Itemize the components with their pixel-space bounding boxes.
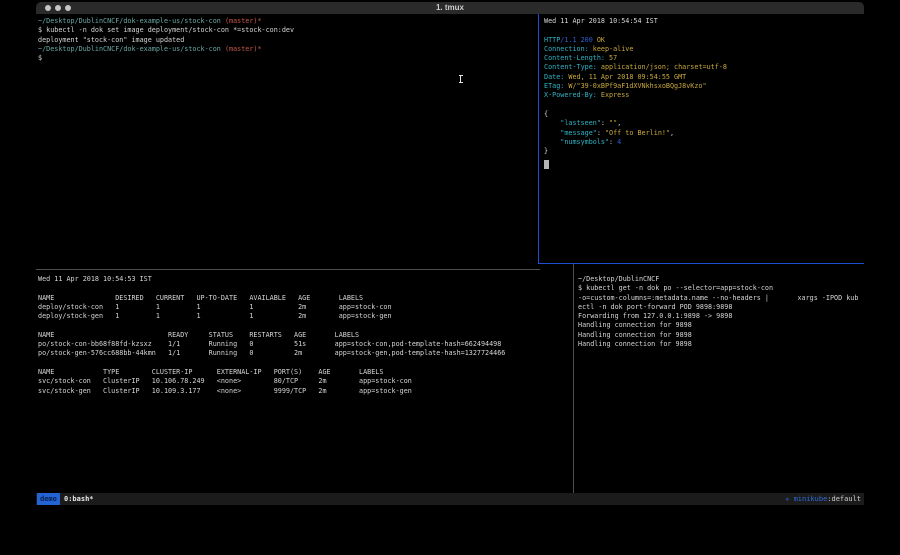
terminal-line: X-Powered-By: Express (544, 91, 727, 100)
terminal-line: ectl -n dok port-forward POD 9898:9898 (578, 303, 858, 312)
terminal-line: svc/stock-con ClusterIP 10.106.78.249 <n… (38, 377, 505, 386)
mouse-ibeam-cursor (460, 75, 461, 83)
terminal-line: "lastseen": "", (544, 119, 727, 128)
terminal-line: } (544, 147, 727, 156)
pane-bottom-right-port-forward[interactable]: ~/Desktop/DublinCNCF$ kubectl get -n dok… (578, 275, 858, 349)
terminal-line: Content-Length: 57 (544, 54, 727, 63)
terminal-line: Forwarding from 127.0.0.1:9898 -> 9898 (578, 312, 858, 321)
terminal-line: Connection: keep-alive (544, 45, 727, 54)
kubernetes-wheel-icon: ✳ (785, 495, 789, 503)
pane-top-left-shell[interactable]: ~/Desktop/DublinCNCF/dok-example-us/stoc… (38, 17, 294, 63)
kube-context-label: minikube (794, 495, 828, 503)
tmux-status-bar: demo 0:bash* ✳ minikube:default (36, 493, 864, 505)
terminal-cursor (544, 160, 549, 169)
terminal-line: po/stock-con-bb68f88fd-kzsxz 1/1 Running… (38, 340, 505, 349)
terminal-line: Date: Wed, 11 Apr 2018 09:54:55 GMT (544, 73, 727, 82)
terminal-line: ~/Desktop/DublinCNCF (578, 275, 858, 284)
terminal-line (38, 284, 505, 293)
terminal-line: ETag: W/"39-0xBPf9aF1dXVNkhsxoBQgJ8vKzo" (544, 82, 727, 91)
active-pane-border-vertical[interactable] (538, 14, 539, 264)
terminal-line: NAME READY STATUS RESTARTS AGE LABELS (38, 331, 505, 340)
terminal-line: Content-Type: application/json; charset=… (544, 63, 727, 72)
window-titlebar[interactable]: 1. tmux (36, 2, 864, 14)
terminal-line: Handling connection for 9898 (578, 331, 858, 340)
terminal-line: deploy/stock-gen 1 1 1 1 2m app=stock-ge… (38, 312, 505, 321)
terminal-line: "message": "Off to Berlin!", (544, 129, 727, 138)
terminal-line (38, 359, 505, 368)
terminal-line: $ kubectl -n dok set image deployment/st… (38, 26, 294, 35)
terminal-line: NAME TYPE CLUSTER-IP EXTERNAL-IP PORT(S)… (38, 368, 505, 377)
terminal-line: Handling connection for 9898 (578, 340, 858, 349)
terminal-window: 1. tmux ~/Desktop/DublinCNCF/dok-example… (36, 2, 864, 505)
terminal-line: ~/Desktop/DublinCNCF/dok-example-us/stoc… (38, 45, 294, 54)
pane-divider-horizontal[interactable] (36, 269, 540, 270)
terminal-line: NAME DESIRED CURRENT UP-TO-DATE AVAILABL… (38, 294, 505, 303)
terminal-line: deployment "stock-con" image updated (38, 36, 294, 45)
terminal-content: ~/Desktop/DublinCNCF/dok-example-us/stoc… (36, 14, 864, 493)
screen-background: 1. tmux ~/Desktop/DublinCNCF/dok-example… (0, 0, 900, 555)
terminal-line: Wed 11 Apr 2018 10:54:54 IST (544, 17, 727, 26)
terminal-line: deploy/stock-con 1 1 1 1 2m app=stock-co… (38, 303, 505, 312)
pane-top-right-http-response[interactable]: Wed 11 Apr 2018 10:54:54 IST HTTP/1.1 20… (544, 17, 727, 156)
window-title: 1. tmux (36, 3, 864, 12)
terminal-line (544, 26, 727, 35)
terminal-line: svc/stock-gen ClusterIP 10.109.3.177 <no… (38, 387, 505, 396)
window-tab-bash[interactable]: 0:bash* (64, 493, 94, 505)
pane-bottom-left-kubectl-get[interactable]: Wed 11 Apr 2018 10:54:53 IST NAME DESIRE… (38, 275, 505, 396)
terminal-line: $ (38, 54, 294, 63)
terminal-line: "numsymbols": 4 (544, 138, 727, 147)
terminal-line: HTTP/1.1 200 OK (544, 36, 727, 45)
terminal-line (38, 321, 505, 330)
terminal-line: ~/Desktop/DublinCNCF/dok-example-us/stoc… (38, 17, 294, 26)
status-right: ✳ minikube:default (785, 493, 861, 505)
terminal-line: Handling connection for 9898 (578, 321, 858, 330)
session-name-badge: demo (37, 493, 60, 505)
terminal-line: Wed 11 Apr 2018 10:54:53 IST (38, 275, 505, 284)
active-pane-border-horizontal[interactable] (538, 263, 864, 264)
terminal-line: po/stock-gen-576cc688bb-44kmn 1/1 Runnin… (38, 349, 505, 358)
terminal-line: { (544, 110, 727, 119)
terminal-line: -o=custom-columns=:metadata.name --no-he… (578, 294, 858, 303)
terminal-line (544, 101, 727, 110)
kube-namespace-label: :default (827, 495, 861, 503)
pane-divider-vertical[interactable] (573, 264, 574, 493)
terminal-line: $ kubectl get -n dok po --selector=app=s… (578, 284, 858, 293)
